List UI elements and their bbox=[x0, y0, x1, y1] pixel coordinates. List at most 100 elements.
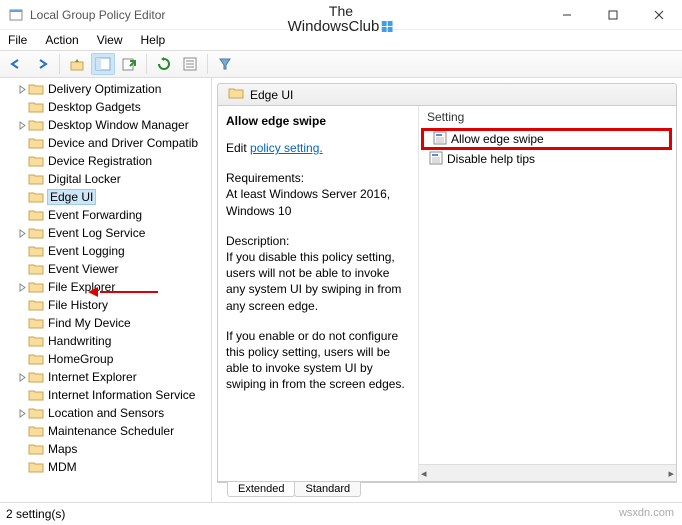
folder-icon bbox=[28, 136, 44, 150]
folder-icon bbox=[28, 118, 44, 132]
tree-item-label: Event Viewer bbox=[48, 262, 118, 276]
policy-icon bbox=[429, 151, 443, 168]
folder-icon bbox=[28, 316, 44, 330]
edit-line: Edit policy setting. bbox=[226, 140, 410, 156]
tree-item-label: Device and Driver Compatib bbox=[48, 136, 198, 150]
setting-heading: Allow edge swipe bbox=[226, 114, 410, 128]
details-pane: Edge UI Allow edge swipe Edit policy set… bbox=[212, 78, 682, 502]
tree-item-label: Device Registration bbox=[48, 154, 152, 168]
policy-icon bbox=[433, 131, 447, 148]
watermark: wsxdn.com bbox=[619, 507, 674, 519]
description-column: Allow edge swipe Edit policy setting. Re… bbox=[218, 106, 418, 481]
menu-help[interactable]: Help bbox=[141, 33, 166, 47]
tree-item-label: HomeGroup bbox=[48, 352, 113, 366]
tree-item[interactable]: Delivery Optimization bbox=[0, 80, 211, 98]
tree-item[interactable]: Handwriting bbox=[0, 332, 211, 350]
folder-icon bbox=[28, 442, 44, 456]
setting-label: Disable help tips bbox=[447, 152, 535, 166]
tab-standard[interactable]: Standard bbox=[294, 482, 361, 497]
location-header: Edge UI bbox=[217, 83, 677, 106]
folder-icon bbox=[28, 244, 44, 258]
tree-item-label: Find My Device bbox=[48, 316, 131, 330]
setting-row[interactable]: Allow edge swipe bbox=[423, 130, 670, 148]
forward-button[interactable] bbox=[30, 53, 54, 75]
app-icon bbox=[8, 7, 24, 23]
scroll-right-icon[interactable]: ▸ bbox=[668, 467, 674, 480]
status-bar: 2 setting(s) bbox=[0, 502, 682, 524]
tree-item[interactable]: HomeGroup bbox=[0, 350, 211, 368]
toolbar bbox=[0, 50, 682, 78]
tree-item-label: Location and Sensors bbox=[48, 406, 164, 420]
properties-button[interactable] bbox=[178, 53, 202, 75]
minimize-button[interactable] bbox=[544, 0, 590, 30]
tree-item-label: Desktop Gadgets bbox=[48, 100, 141, 114]
folder-icon bbox=[28, 370, 44, 384]
tree-item-label: Digital Locker bbox=[48, 172, 121, 186]
edit-policy-link[interactable]: policy setting. bbox=[250, 141, 323, 155]
tree-item[interactable]: Device Registration bbox=[0, 152, 211, 170]
description-1: Description:If you disable this policy s… bbox=[226, 233, 410, 314]
tree-item[interactable]: Desktop Gadgets bbox=[0, 98, 211, 116]
tree-item[interactable]: Location and Sensors bbox=[0, 404, 211, 422]
brand-logo: The WindowsClub bbox=[288, 4, 395, 34]
expand-icon[interactable] bbox=[16, 283, 28, 292]
expand-icon[interactable] bbox=[16, 85, 28, 94]
tree-item[interactable]: MDM bbox=[0, 458, 211, 476]
menu-action[interactable]: Action bbox=[45, 33, 78, 47]
folder-icon bbox=[228, 86, 244, 103]
filter-button[interactable] bbox=[213, 53, 237, 75]
tree-item-label: Maintenance Scheduler bbox=[48, 424, 174, 438]
tree-item[interactable]: Event Log Service bbox=[0, 224, 211, 242]
folder-icon bbox=[28, 424, 44, 438]
close-button[interactable] bbox=[636, 0, 682, 30]
folder-icon bbox=[28, 460, 44, 474]
back-button[interactable] bbox=[4, 53, 28, 75]
tree-item[interactable]: Event Forwarding bbox=[0, 206, 211, 224]
setting-row[interactable]: Disable help tips bbox=[419, 150, 676, 168]
tree-pane[interactable]: Delivery Optimization Desktop Gadgets Desk… bbox=[0, 78, 212, 502]
expand-icon[interactable] bbox=[16, 229, 28, 238]
expand-icon[interactable] bbox=[16, 409, 28, 418]
tree-item-label: Handwriting bbox=[48, 334, 111, 348]
tree-item[interactable]: Digital Locker bbox=[0, 170, 211, 188]
tree-item[interactable]: Maps bbox=[0, 440, 211, 458]
folder-icon bbox=[28, 154, 44, 168]
up-button[interactable] bbox=[65, 53, 89, 75]
tree-item-label: Internet Explorer bbox=[48, 370, 137, 384]
tree-item-label: Maps bbox=[48, 442, 77, 456]
tree-item-label: Event Forwarding bbox=[48, 208, 142, 222]
content-area: Delivery Optimization Desktop Gadgets Desk… bbox=[0, 78, 682, 502]
window-title: Local Group Policy Editor bbox=[30, 8, 165, 22]
horizontal-scrollbar[interactable]: ◂ ▸ bbox=[419, 464, 676, 481]
export-button[interactable] bbox=[117, 53, 141, 75]
folder-icon bbox=[28, 352, 44, 366]
refresh-button[interactable] bbox=[152, 53, 176, 75]
tree-item[interactable]: Find My Device bbox=[0, 314, 211, 332]
tree-item[interactable]: Internet Information Service bbox=[0, 386, 211, 404]
tree-item[interactable]: Internet Explorer bbox=[0, 368, 211, 386]
location-title: Edge UI bbox=[250, 88, 293, 102]
scroll-left-icon[interactable]: ◂ bbox=[421, 467, 427, 480]
tree-item[interactable]: Maintenance Scheduler bbox=[0, 422, 211, 440]
settings-header[interactable]: Setting bbox=[419, 106, 676, 128]
expand-icon[interactable] bbox=[16, 373, 28, 382]
tree-item[interactable]: Device and Driver Compatib bbox=[0, 134, 211, 152]
tab-extended[interactable]: Extended bbox=[227, 482, 295, 497]
folder-icon bbox=[28, 190, 44, 204]
tree-item[interactable]: Event Logging bbox=[0, 242, 211, 260]
folder-icon bbox=[28, 100, 44, 114]
tree-item[interactable]: Desktop Window Manager bbox=[0, 116, 211, 134]
menu-file[interactable]: File bbox=[8, 33, 27, 47]
menu-view[interactable]: View bbox=[97, 33, 123, 47]
brand-bottom: WindowsClub bbox=[288, 19, 395, 35]
view-tabs: Extended Standard bbox=[217, 482, 677, 502]
show-hide-tree-button[interactable] bbox=[91, 53, 115, 75]
folder-icon bbox=[28, 388, 44, 402]
folder-icon bbox=[28, 226, 44, 240]
folder-icon bbox=[28, 82, 44, 96]
tree-item-label: MDM bbox=[48, 460, 77, 474]
maximize-button[interactable] bbox=[590, 0, 636, 30]
tree-item[interactable]: Event Viewer bbox=[0, 260, 211, 278]
expand-icon[interactable] bbox=[16, 121, 28, 130]
tree-item[interactable]: Edge UI bbox=[0, 188, 211, 206]
